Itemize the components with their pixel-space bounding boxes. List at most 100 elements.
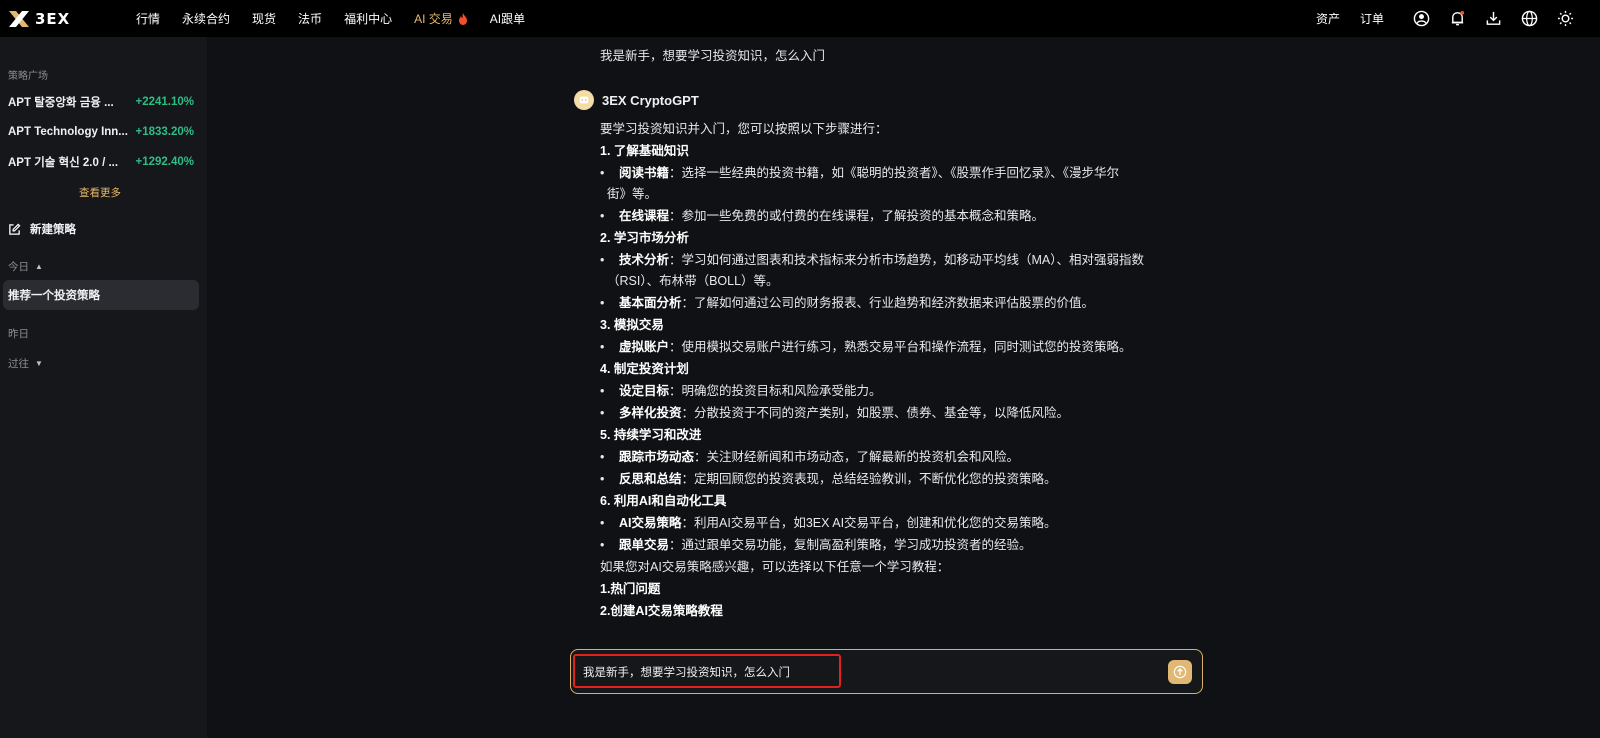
item-text: ：利用AI交易平台，如3EX AI交易平台，创建和优化您的交易策略。 [681, 516, 1057, 530]
see-more-link[interactable]: 查看更多 [0, 185, 200, 200]
item-text: ：选择一些经典的投资书籍，如《聪明的投资者》、《股票作手回忆录》、《漫步华尔 [669, 166, 1120, 180]
item-text-continued: 街》等。 [607, 187, 658, 201]
item-text: ：参加一些免费的或付费的在线课程，了解投资的基本概念和策略。 [669, 209, 1045, 223]
nav-item-perpetual[interactable]: 永续合约 [182, 10, 230, 27]
item-title: 设定目标 [619, 384, 670, 398]
bullet: • [600, 209, 605, 223]
item-title: 阅读书籍 [619, 166, 670, 180]
list-item: • 反思和总结：定期回顾您的投资表现，总结经验教训，不断优化您的投资策略。 [600, 468, 1200, 490]
group-yesterday-text: 昨日 [8, 328, 29, 340]
item-title: 在线课程 [619, 209, 670, 223]
user-message: 我是新手，想要学习投资知识，怎么入门 [600, 49, 826, 63]
brand-logo[interactable]: 3EX [8, 10, 108, 28]
item-title: 跟踪市场动态 [619, 450, 695, 464]
strategy-return: +1833.20% [135, 126, 194, 138]
list-item: • 设定目标：明确您的投资目标和风险承受能力。 [600, 380, 1200, 402]
list-item: • 跟单交易：通过跟单交易功能，复制高盈利策略，学习成功投资者的经验。 [600, 534, 1200, 556]
nav-item-ai-trading-label: AI 交易 [414, 12, 453, 26]
strategy-item[interactable]: APT 탈중앙화 금융 ... +2241.10% [8, 92, 194, 112]
bullet: • [600, 516, 605, 530]
user-icon[interactable] [1412, 10, 1430, 28]
arrow-up-icon [1173, 665, 1187, 679]
bot-name: 3EX CryptoGPT [602, 92, 699, 108]
item-text: ：学习如何通过图表和技术指标来分析市场趋势，如移动平均线（MA）、相对强弱指数 [669, 253, 1145, 267]
bot-avatar-icon [574, 90, 594, 110]
group-today-toggle[interactable]: 今日 ▲ [8, 259, 43, 274]
tutorial-link[interactable]: 2.创建AI交易策略教程 [600, 600, 1200, 622]
new-strategy-label: 新建策略 [30, 224, 76, 236]
nav-item-spot[interactable]: 现货 [252, 10, 276, 27]
bell-icon[interactable] [1448, 10, 1466, 28]
logo-mark-icon [8, 10, 30, 28]
nav-item-rewards[interactable]: 福利中心 [344, 10, 392, 27]
item-text: ：使用模拟交易账户进行练习，熟悉交易平台和操作流程，同时测试您的投资策略。 [669, 340, 1132, 354]
strategy-name: APT Technology Inn... [8, 126, 128, 138]
nav-right: 资产 订单 [1316, 0, 1600, 37]
list-item: • AI交易策略：利用AI交易平台，如3EX AI交易平台，创建和优化您的交易策… [600, 512, 1200, 534]
item-text: ：了解如何通过公司的财务报表、行业趋势和经济数据来评估股票的价值。 [681, 296, 1095, 310]
list-item: • 虚拟账户：使用模拟交易账户进行练习，熟悉交易平台和操作流程，同时测试您的投资… [600, 336, 1200, 358]
chat-input-box[interactable]: 我是新手，想要学习投资知识，怎么入门 [570, 649, 1203, 694]
new-strategy-button[interactable]: 新建策略 [8, 221, 76, 237]
nav-item-fiat[interactable]: 法币 [298, 10, 322, 27]
strategy-item[interactable]: APT 기술 혁신 2.0 / ... +1292.40% [8, 152, 194, 172]
bullet: • [600, 296, 605, 310]
strategy-return: +1292.40% [135, 156, 194, 168]
list-item: • 在线课程：参加一些免费的或付费的在线课程，了解投资的基本概念和策略。 [600, 205, 1200, 227]
answer-outro: 如果您对AI交易策略感兴趣，可以选择以下任意一个学习教程： [600, 560, 950, 574]
bullet: • [600, 253, 605, 267]
strategy-name: APT 탈중앙화 금융 ... [8, 97, 114, 109]
bullet: • [600, 538, 605, 552]
bot-answer: 要学习投资知识并入门，您可以按照以下步骤进行： 1. 了解基础知识 • 阅读书籍… [600, 118, 1200, 622]
bullet: • [600, 340, 605, 354]
group-past-toggle[interactable]: 过往 ▼ [8, 356, 43, 371]
item-title: 多样化投资 [619, 406, 682, 420]
bullet: • [600, 166, 605, 180]
sidebar: 策略广场 APT 탈중앙화 금융 ... +2241.10% APT Techn… [0, 37, 207, 738]
item-title: 技术分析 [619, 253, 670, 267]
section-heading: 3. 模拟交易 [600, 318, 664, 332]
list-item: • 多样化投资：分散投资于不同的资产类别，如股票、债券、基金等，以降低风险。 [600, 402, 1200, 424]
section-heading: 1. 了解基础知识 [600, 144, 689, 158]
group-past-label: 过往 [8, 358, 29, 370]
section-heading: 2. 学习市场分析 [600, 231, 689, 245]
sun-icon[interactable] [1556, 10, 1574, 28]
answer-intro: 要学习投资知识并入门，您可以按照以下步骤进行： [600, 122, 888, 136]
edit-icon [9, 223, 21, 235]
chat-panel: 我是新手，想要学习投资知识，怎么入门 3EX CryptoGPT 要学习投资知识… [207, 37, 1600, 738]
list-item: • 技术分析：学习如何通过图表和技术指标来分析市场趋势，如移动平均线（MA）、相… [600, 249, 1200, 271]
item-text: ：定期回顾您的投资表现，总结经验教训，不断优化您的投资策略。 [681, 472, 1057, 486]
section-heading: 4. 制定投资计划 [600, 362, 689, 376]
chat-scroll[interactable]: 我是新手，想要学习投资知识，怎么入门 3EX CryptoGPT 要学习投资知识… [207, 37, 1600, 647]
bullet: • [600, 384, 605, 398]
section-heading: 6. 利用AI和自动化工具 [600, 494, 727, 508]
strategy-item[interactable]: APT Technology Inn... +1833.20% [8, 122, 194, 142]
nav-item-ai-copy[interactable]: AI跟单 [490, 10, 525, 27]
caret-down-icon: ▼ [35, 359, 43, 368]
assets-link[interactable]: 资产 [1316, 10, 1340, 27]
nav-item-market[interactable]: 行情 [136, 10, 160, 27]
history-item[interactable]: 推荐一个投资策略 [3, 280, 199, 310]
item-title: 反思和总结 [619, 472, 682, 486]
globe-icon[interactable] [1520, 10, 1538, 28]
list-item: • 跟踪市场动态：关注财经新闻和市场动态，了解最新的投资机会和风险。 [600, 446, 1200, 468]
caret-up-icon: ▲ [35, 262, 43, 271]
item-title: 跟单交易 [619, 538, 670, 552]
tutorial-link[interactable]: 1.热门问题 [600, 578, 1200, 600]
highlight-annotation [573, 654, 841, 688]
strategy-name: APT 기술 혁신 2.0 / ... [8, 157, 119, 169]
group-yesterday-label[interactable]: 昨日 [8, 326, 29, 341]
list-item: • 基本面分析：了解如何通过公司的财务报表、行业趋势和经济数据来评估股票的价值。 [600, 292, 1200, 314]
nav-item-ai-trading[interactable]: AI 交易 [414, 10, 468, 27]
download-icon[interactable] [1484, 10, 1502, 28]
item-text: ：关注财经新闻和市场动态，了解最新的投资机会和风险。 [694, 450, 1020, 464]
top-nav: 3EX 行情 永续合约 现货 法币 福利中心 AI 交易 AI跟单 资产 订单 [0, 0, 1600, 37]
group-today-label: 今日 [8, 261, 29, 273]
item-text: ：通过跟单交易功能，复制高盈利策略，学习成功投资者的经验。 [669, 538, 1032, 552]
orders-link[interactable]: 订单 [1360, 10, 1384, 27]
strategy-plaza-title: 策略广场 [8, 71, 48, 82]
item-title: AI交易策略 [619, 516, 682, 530]
item-text: ：明确您的投资目标和风险承受能力。 [669, 384, 882, 398]
fire-icon [458, 12, 467, 25]
send-button[interactable] [1168, 660, 1192, 684]
